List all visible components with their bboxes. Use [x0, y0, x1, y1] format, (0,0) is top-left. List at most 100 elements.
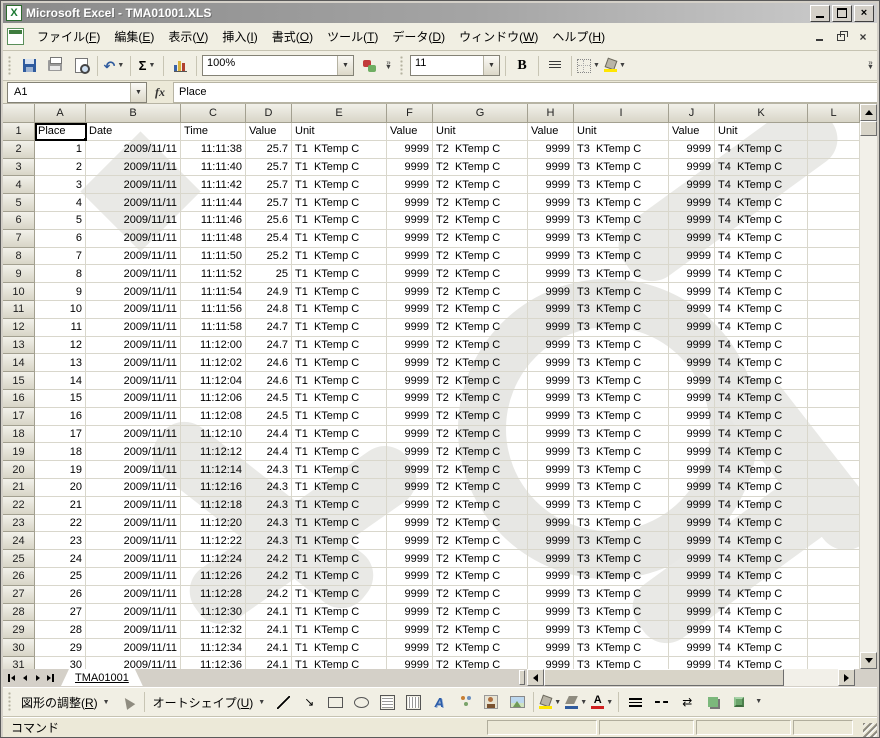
cell-I17[interactable]: T3 KTemp C	[574, 408, 669, 426]
cell-B27[interactable]: 2009/11/11	[86, 586, 181, 604]
cell-J19[interactable]: 9999	[669, 443, 715, 461]
cell-D20[interactable]: 24.3	[246, 461, 292, 479]
cell-L30[interactable]	[808, 639, 860, 657]
chevron-down-icon[interactable]: ▼	[337, 56, 353, 75]
row-header-11[interactable]: 11	[3, 301, 35, 319]
cell-K24[interactable]: T4 KTemp C	[715, 532, 808, 550]
cell-A1[interactable]: Place	[35, 123, 86, 141]
cell-D9[interactable]: 25	[246, 265, 292, 283]
borders-button[interactable]: ▼	[575, 55, 602, 77]
cell-A5[interactable]: 4	[35, 194, 86, 212]
cell-A13[interactable]: 12	[35, 337, 86, 355]
arrow-button[interactable]: ↘	[296, 691, 322, 713]
cell-C15[interactable]: 11:12:04	[181, 372, 246, 390]
cell-B8[interactable]: 2009/11/11	[86, 248, 181, 266]
cell-L31[interactable]	[808, 657, 860, 669]
cell-C11[interactable]: 11:11:56	[181, 301, 246, 319]
cell-H7[interactable]: 9999	[528, 230, 574, 248]
cell-E14[interactable]: T1 KTemp C	[292, 354, 387, 372]
clip-art-button[interactable]	[478, 691, 504, 713]
cell-C6[interactable]: 11:11:46	[181, 212, 246, 230]
row-header-25[interactable]: 25	[3, 550, 35, 568]
cell-B4[interactable]: 2009/11/11	[86, 176, 181, 194]
cell-F19[interactable]: 9999	[387, 443, 433, 461]
cell-K19[interactable]: T4 KTemp C	[715, 443, 808, 461]
cell-L10[interactable]	[808, 283, 860, 301]
cell-E3[interactable]: T1 KTemp C	[292, 159, 387, 177]
cell-F31[interactable]: 9999	[387, 657, 433, 669]
cell-G9[interactable]: T2 KTemp C	[433, 265, 528, 283]
cell-J5[interactable]: 9999	[669, 194, 715, 212]
cell-F27[interactable]: 9999	[387, 586, 433, 604]
cell-G4[interactable]: T2 KTemp C	[433, 176, 528, 194]
row-header-31[interactable]: 31	[3, 657, 35, 669]
cell-K26[interactable]: T4 KTemp C	[715, 568, 808, 586]
cell-G13[interactable]: T2 KTemp C	[433, 337, 528, 355]
cell-G15[interactable]: T2 KTemp C	[433, 372, 528, 390]
cell-K25[interactable]: T4 KTemp C	[715, 550, 808, 568]
cell-J28[interactable]: 9999	[669, 604, 715, 622]
cell-L5[interactable]	[808, 194, 860, 212]
menu-item-data[interactable]: データ(D)	[385, 25, 452, 48]
row-header-12[interactable]: 12	[3, 319, 35, 337]
cell-D28[interactable]: 24.1	[246, 604, 292, 622]
cell-K13[interactable]: T4 KTemp C	[715, 337, 808, 355]
cell-I9[interactable]: T3 KTemp C	[574, 265, 669, 283]
cell-L8[interactable]	[808, 248, 860, 266]
horizontal-scroll-track[interactable]	[784, 669, 838, 686]
menu-item-insert[interactable]: 挿入(I)	[215, 25, 264, 48]
cell-J6[interactable]: 9999	[669, 212, 715, 230]
select-all-corner[interactable]	[3, 104, 35, 123]
cell-E7[interactable]: T1 KTemp C	[292, 230, 387, 248]
cell-E19[interactable]: T1 KTemp C	[292, 443, 387, 461]
cell-K29[interactable]: T4 KTemp C	[715, 621, 808, 639]
cell-A30[interactable]: 29	[35, 639, 86, 657]
cell-I24[interactable]: T3 KTemp C	[574, 532, 669, 550]
cell-B19[interactable]: 2009/11/11	[86, 443, 181, 461]
row-header-30[interactable]: 30	[3, 639, 35, 657]
cell-C7[interactable]: 11:11:48	[181, 230, 246, 248]
cell-K14[interactable]: T4 KTemp C	[715, 354, 808, 372]
cell-A7[interactable]: 6	[35, 230, 86, 248]
row-header-3[interactable]: 3	[3, 159, 35, 177]
cell-G12[interactable]: T2 KTemp C	[433, 319, 528, 337]
vertical-scroll-thumb[interactable]	[860, 121, 877, 136]
cell-F23[interactable]: 9999	[387, 515, 433, 533]
row-header-6[interactable]: 6	[3, 212, 35, 230]
cell-J26[interactable]: 9999	[669, 568, 715, 586]
cell-H2[interactable]: 9999	[528, 141, 574, 159]
cell-A9[interactable]: 8	[35, 265, 86, 283]
column-header-H[interactable]: H	[528, 104, 574, 123]
cell-E23[interactable]: T1 KTemp C	[292, 515, 387, 533]
row-header-27[interactable]: 27	[3, 586, 35, 604]
cell-D15[interactable]: 24.6	[246, 372, 292, 390]
cell-H16[interactable]: 9999	[528, 390, 574, 408]
cell-G14[interactable]: T2 KTemp C	[433, 354, 528, 372]
cell-E6[interactable]: T1 KTemp C	[292, 212, 387, 230]
cell-J27[interactable]: 9999	[669, 586, 715, 604]
cell-D13[interactable]: 24.7	[246, 337, 292, 355]
row-header-22[interactable]: 22	[3, 497, 35, 515]
cell-F28[interactable]: 9999	[387, 604, 433, 622]
cell-L16[interactable]	[808, 390, 860, 408]
cell-L28[interactable]	[808, 604, 860, 622]
cell-A31[interactable]: 30	[35, 657, 86, 669]
cell-E13[interactable]: T1 KTemp C	[292, 337, 387, 355]
cell-A28[interactable]: 27	[35, 604, 86, 622]
workbook-icon[interactable]	[7, 28, 24, 45]
cell-J21[interactable]: 9999	[669, 479, 715, 497]
cell-D3[interactable]: 25.7	[246, 159, 292, 177]
cell-H19[interactable]: 9999	[528, 443, 574, 461]
cell-B13[interactable]: 2009/11/11	[86, 337, 181, 355]
cell-C12[interactable]: 11:11:58	[181, 319, 246, 337]
cell-J1[interactable]: Value	[669, 123, 715, 141]
cell-B12[interactable]: 2009/11/11	[86, 319, 181, 337]
cell-C18[interactable]: 11:12:10	[181, 426, 246, 444]
standard-toolbar-grip[interactable]	[8, 56, 12, 76]
cell-H3[interactable]: 9999	[528, 159, 574, 177]
cell-B22[interactable]: 2009/11/11	[86, 497, 181, 515]
menu-item-view[interactable]: 表示(V)	[161, 25, 215, 48]
column-header-G[interactable]: G	[433, 104, 528, 123]
cell-H29[interactable]: 9999	[528, 621, 574, 639]
column-header-F[interactable]: F	[387, 104, 433, 123]
